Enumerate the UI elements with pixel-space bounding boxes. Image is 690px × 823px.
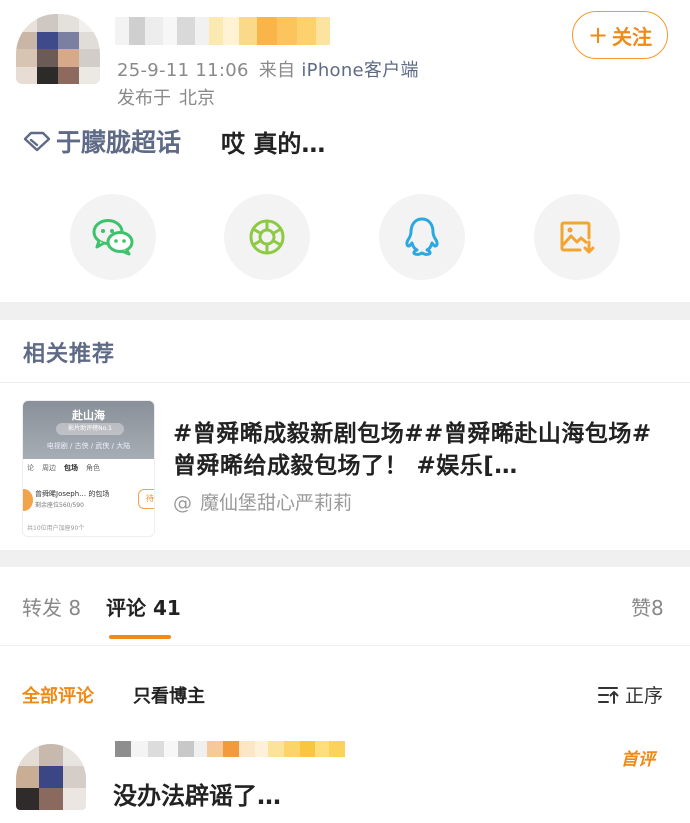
related-thumbnail[interactable]: 赴山海 影片助评榜No.1 电视剧 / 古侠 / 武侠 / 大陆 论 周边 包场…	[22, 400, 155, 537]
related-text[interactable]: #曾舜晞成毅新剧包场##曾舜晞赴山海包场#曾舜晞给成毅包场了！ #娱乐[…	[173, 418, 663, 482]
thumbnail-row: 曾舜晞Joseph… 的包场 剩余座位560/590 待	[23, 485, 154, 515]
sort-icon	[598, 686, 619, 704]
section-divider	[0, 302, 690, 320]
commenter-name[interactable]	[115, 741, 345, 757]
post-date: 25-9-11 11:06	[117, 60, 249, 81]
qq-icon	[405, 217, 439, 256]
author-name[interactable]	[115, 17, 330, 45]
share-qq-button[interactable]	[379, 194, 465, 280]
thumbnail-tab: 论	[27, 464, 34, 472]
source-app[interactable]: iPhone客户端	[301, 60, 418, 81]
thumbnail-tab: 角色	[86, 464, 100, 472]
share-row	[0, 194, 690, 280]
thumbnail-row-text: 曾舜晞Joseph… 的包场	[35, 490, 110, 498]
tab-repost[interactable]: 转发 8	[22, 592, 81, 621]
tab-like-count: 8	[651, 596, 664, 620]
diamond-icon	[23, 131, 51, 152]
tab-comment-count: 41	[152, 596, 181, 620]
thumbnail-avatar	[23, 489, 33, 511]
location-label: 发布于	[117, 88, 171, 109]
commenter-avatar[interactable]	[16, 744, 86, 810]
related-title: 相关推荐	[23, 342, 116, 367]
interaction-tabs: 转发 8 评论 41 赞8	[0, 592, 690, 644]
thumbnail-pill: 待	[138, 489, 154, 509]
save-image-button[interactable]	[534, 194, 620, 280]
tab-like-label: 赞	[631, 596, 651, 620]
share-wechat-button[interactable]	[70, 194, 156, 280]
source-label: 来自	[258, 60, 296, 81]
tab-comment-label: 评论	[106, 596, 146, 620]
moments-icon	[249, 219, 285, 255]
thumbnail-tabs: 论 周边 包场 角色	[23, 459, 154, 477]
tab-repost-label: 转发	[22, 596, 62, 620]
wechat-icon	[92, 219, 134, 256]
filter-op-only[interactable]: 只看博主	[133, 682, 205, 708]
related-author-name: 魔仙堡甜心严莉莉	[200, 492, 353, 514]
thumbnail-footer: 共10位用户加座90个	[27, 525, 85, 532]
post-content: 于朦胧超话 哎 真的…	[22, 121, 325, 161]
thumbnail-row-sub: 剩余座位560/590	[35, 502, 84, 509]
post-location: 发布于 北京	[117, 84, 215, 110]
comment-text: 没办法辟谣了…	[113, 782, 281, 810]
supertopic-link[interactable]: 于朦胧超话	[56, 123, 181, 159]
sort-button[interactable]: 正序	[597, 681, 663, 708]
divider	[0, 645, 690, 646]
divider	[0, 382, 690, 383]
thumbnail-meta: 电视剧 / 古侠 / 武侠 / 大陆	[46, 442, 131, 450]
thumbnail-subtitle: 影片助评榜No.1	[56, 423, 124, 435]
post-header: 25-9-11 11:06 来自 iPhone客户端 发布于 北京 + 关注	[0, 0, 690, 110]
plus-icon: +	[587, 21, 609, 49]
thumbnail-tab: 周边	[42, 464, 56, 472]
share-moments-button[interactable]	[224, 194, 310, 280]
post-text: 哎 真的…	[221, 129, 326, 158]
first-comment-badge: 首评	[621, 750, 655, 770]
filter-all-comments[interactable]: 全部评论	[22, 682, 94, 708]
author-avatar[interactable]	[16, 14, 100, 84]
related-author[interactable]: @ 魔仙堡甜心严莉莉	[173, 488, 352, 515]
location-value: 北京	[179, 88, 215, 109]
sort-label: 正序	[625, 685, 664, 707]
tab-like[interactable]: 赞8	[631, 592, 664, 621]
section-divider	[0, 550, 690, 567]
tab-comment[interactable]: 评论 41	[106, 592, 181, 621]
thumbnail-title: 赴山海	[72, 409, 105, 422]
at-icon: @	[173, 492, 192, 514]
related-card[interactable]: 赴山海 影片助评榜No.1 电视剧 / 古侠 / 武侠 / 大陆 论 周边 包场…	[22, 400, 672, 540]
follow-button[interactable]: + 关注	[572, 11, 668, 59]
post-meta: 25-9-11 11:06 来自 iPhone客户端	[117, 56, 419, 82]
follow-label: 关注	[612, 24, 653, 49]
thumbnail-tab-active: 包场	[64, 464, 78, 472]
tab-repost-count: 8	[68, 596, 82, 620]
active-tab-indicator	[109, 635, 171, 639]
save-image-icon	[560, 221, 595, 254]
